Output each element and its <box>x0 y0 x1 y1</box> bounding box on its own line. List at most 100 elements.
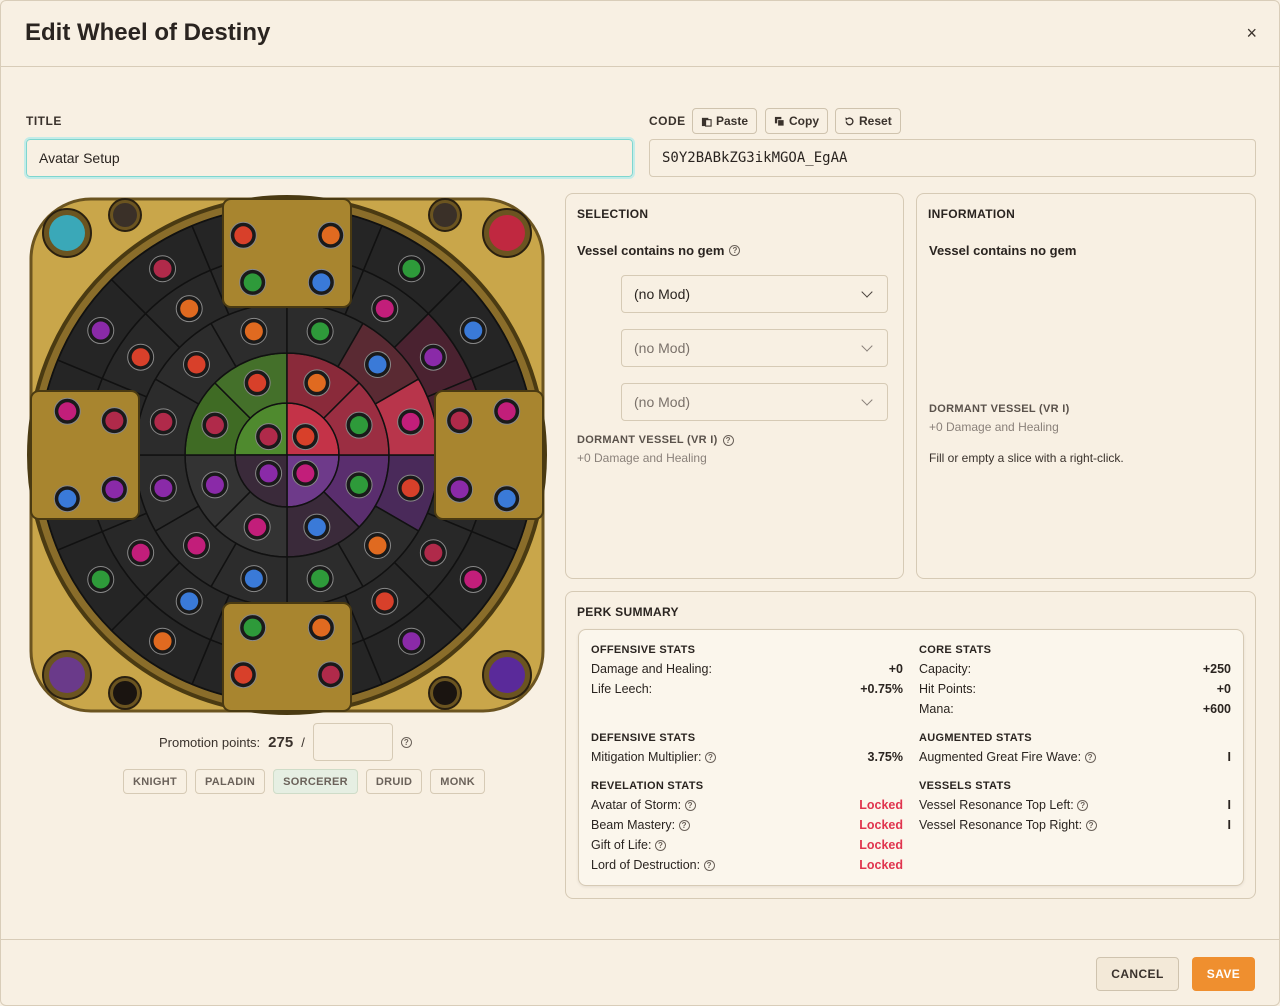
mod-select-1[interactable]: (no Mod) <box>621 275 888 313</box>
help-icon[interactable]: ? <box>678 820 690 832</box>
corner-gem[interactable] <box>433 681 457 705</box>
perk-icon[interactable] <box>91 321 110 340</box>
perk-icon[interactable] <box>296 464 315 483</box>
save-button[interactable]: SAVE <box>1192 957 1255 991</box>
vocation-druid[interactable]: DRUID <box>365 769 423 794</box>
perk-icon[interactable] <box>450 480 469 499</box>
stat-row: Vessel Resonance Top Left: ? I <box>919 795 1231 815</box>
perk-icon[interactable] <box>464 321 483 340</box>
corner-gem[interactable] <box>113 203 137 227</box>
perk-icon[interactable] <box>321 665 340 684</box>
perk-icon[interactable] <box>311 322 330 341</box>
perk-icon[interactable] <box>244 569 263 588</box>
perk-icon[interactable] <box>187 536 206 555</box>
stat-label: Hit Points: <box>919 682 976 696</box>
corner-gem[interactable] <box>113 681 137 705</box>
copy-button[interactable]: Copy <box>765 108 828 134</box>
corner-gem[interactable] <box>49 657 85 693</box>
corner-gem[interactable] <box>489 657 525 693</box>
help-icon[interactable]: ? <box>1085 820 1097 832</box>
perk-icon[interactable] <box>58 402 77 421</box>
help-icon[interactable]: ? <box>654 840 666 852</box>
perk-icon[interactable] <box>375 299 394 318</box>
perk-icon[interactable] <box>464 570 483 589</box>
perk-icon[interactable] <box>131 348 150 367</box>
perk-icon[interactable] <box>424 348 443 367</box>
vocation-monk[interactable]: MONK <box>430 769 486 794</box>
help-icon[interactable]: ? <box>1084 752 1096 764</box>
promotion-points-value: 275 <box>268 733 294 751</box>
perk-icon[interactable] <box>180 299 199 318</box>
wheel-of-destiny[interactable] <box>25 193 549 717</box>
perk-icon[interactable] <box>368 355 387 374</box>
stat-label: Augmented Great Fire Wave: <box>919 750 1082 764</box>
help-icon[interactable]: ? <box>400 736 412 748</box>
vocation-knight[interactable]: KNIGHT <box>123 769 187 794</box>
mod-select-2[interactable]: (no Mod) <box>621 329 888 367</box>
perk-icon[interactable] <box>259 464 278 483</box>
perk-icon[interactable] <box>375 592 394 611</box>
perk-icon[interactable] <box>307 518 326 537</box>
mod-select-3[interactable]: (no Mod) <box>621 383 888 421</box>
perk-icon[interactable] <box>402 632 421 651</box>
perk-icon[interactable] <box>131 543 150 562</box>
perk-icon[interactable] <box>312 618 331 637</box>
title-input[interactable] <box>24 137 635 179</box>
perk-icon[interactable] <box>350 475 369 494</box>
perk-icon[interactable] <box>401 479 420 498</box>
perk-icon[interactable] <box>259 427 278 446</box>
perk-icon[interactable] <box>312 273 331 292</box>
help-icon[interactable]: ? <box>729 245 741 256</box>
perk-icon[interactable] <box>234 226 253 245</box>
perk-icon[interactable] <box>205 416 224 435</box>
perk-icon[interactable] <box>243 273 262 292</box>
stat-label: Lord of Destruction: <box>591 858 701 872</box>
close-icon[interactable]: × <box>1246 23 1257 43</box>
perk-icon[interactable] <box>154 412 173 431</box>
help-icon[interactable]: ? <box>722 434 734 446</box>
stat-value: Locked <box>859 858 903 872</box>
perk-icon[interactable] <box>368 536 387 555</box>
help-icon[interactable]: ? <box>703 860 715 872</box>
perk-icon[interactable] <box>154 479 173 498</box>
perk-icon[interactable] <box>497 489 516 508</box>
paste-button[interactable]: Paste <box>692 108 758 134</box>
perk-icon[interactable] <box>450 411 469 430</box>
perk-icon[interactable] <box>180 592 199 611</box>
perk-icon[interactable] <box>497 402 516 421</box>
perk-icon[interactable] <box>91 570 110 589</box>
perk-icon[interactable] <box>248 373 267 392</box>
perk-icon[interactable] <box>424 543 443 562</box>
vocation-paladin[interactable]: PALADIN <box>194 769 266 794</box>
perk-icon[interactable] <box>243 618 262 637</box>
perk-icon[interactable] <box>244 322 263 341</box>
perk-icon[interactable] <box>105 480 124 499</box>
cancel-button[interactable]: CANCEL <box>1096 957 1179 991</box>
vocation-sorcerer[interactable]: SORCERER <box>273 769 358 794</box>
code-input[interactable] <box>649 139 1256 177</box>
corner-gem[interactable] <box>433 203 457 227</box>
perk-icon[interactable] <box>307 373 326 392</box>
perk-icon[interactable] <box>153 259 172 278</box>
corner-gem[interactable] <box>489 215 525 251</box>
corner-gem[interactable] <box>49 215 85 251</box>
perk-icon[interactable] <box>321 226 340 245</box>
perk-icon[interactable] <box>350 416 369 435</box>
perk-icon[interactable] <box>58 489 77 508</box>
perk-icon[interactable] <box>205 475 224 494</box>
perk-icon[interactable] <box>296 427 315 446</box>
perk-icon[interactable] <box>402 259 421 278</box>
help-icon[interactable]: ? <box>684 800 696 812</box>
help-icon[interactable]: ? <box>1077 800 1089 812</box>
perk-icon[interactable] <box>311 569 330 588</box>
perk-icon[interactable] <box>234 665 253 684</box>
promotion-points-input[interactable] <box>312 723 393 761</box>
perk-icon[interactable] <box>153 632 172 651</box>
perk-icon[interactable] <box>187 355 206 374</box>
perk-icon[interactable] <box>105 411 124 430</box>
reset-button[interactable]: Reset <box>835 108 901 134</box>
perk-icon[interactable] <box>248 518 267 537</box>
wheel-graphic[interactable] <box>25 193 549 717</box>
perk-icon[interactable] <box>401 412 420 431</box>
help-icon[interactable]: ? <box>704 752 716 764</box>
